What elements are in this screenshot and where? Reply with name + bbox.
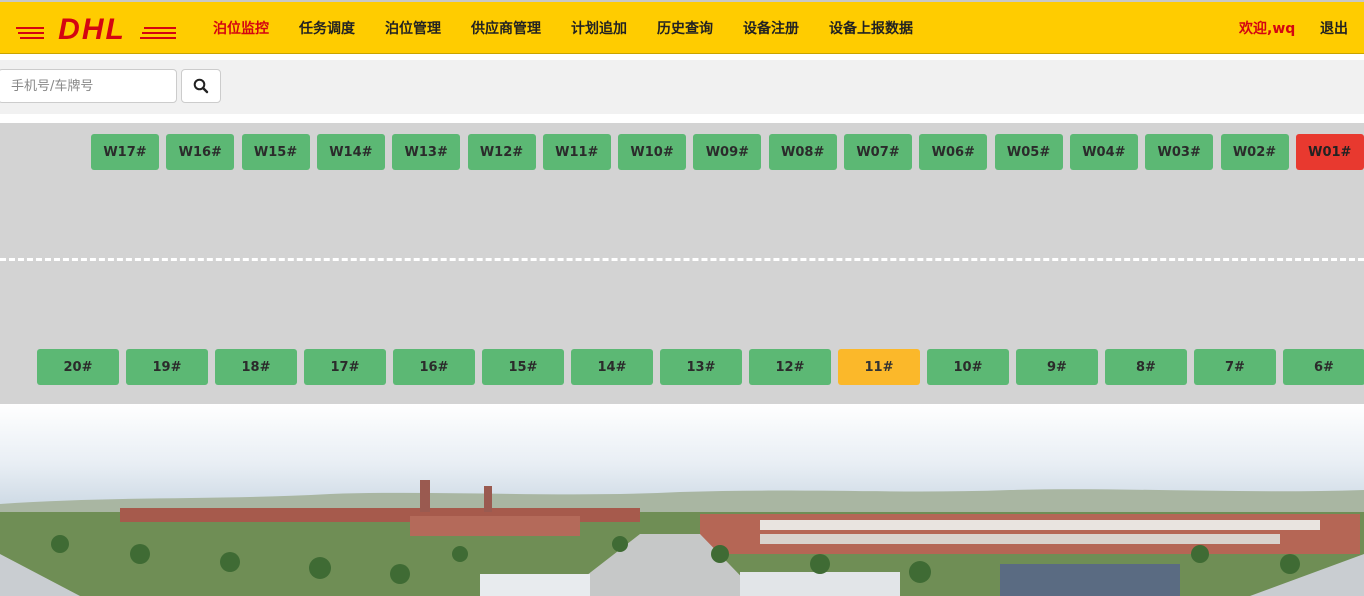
berth-slot[interactable]: W15# [241,134,310,170]
berth-slot[interactable]: 13# [660,349,742,385]
lane-divider [0,258,1364,261]
berth-slot[interactable]: 7# [1194,349,1276,385]
berth-slot[interactable]: 16# [393,349,475,385]
berth-slot[interactable]: W16# [166,134,235,170]
berth-slot[interactable]: 17# [304,349,386,385]
berth-yard: W17# W16# W15# W14# W13# W12# W11# W10# W09# W08#… [0,123,1364,404]
berth-slot[interactable]: 15# [482,349,564,385]
welcome-user: 欢迎,wq [1239,21,1296,37]
nav-item-7[interactable]: 设备注册 [728,18,814,38]
top-navbar: DHL 泊位监控 任务调度 泊位管理 供应商管理 计划追加 历史查询 设备注册 设备上报数据 … [0,0,1364,54]
nav-item-6[interactable]: 历史查询 [642,18,728,38]
search-button[interactable] [181,69,221,103]
nav-item-5[interactable]: 计划追加 [556,18,642,38]
berth-slot[interactable]: W14# [316,134,385,170]
berth-slot[interactable]: W09# [693,134,762,170]
berth-slot[interactable]: W12# [467,134,536,170]
berth-slot[interactable]: W03# [1145,134,1214,170]
berth-slot[interactable]: W04# [1069,134,1138,170]
berth-slot[interactable]: 8# [1105,349,1187,385]
logo-text: DHL [58,14,126,42]
berth-slot[interactable]: W05# [994,134,1063,170]
berth-slot[interactable]: W07# [844,134,912,170]
search-bar [0,60,1364,114]
berth-slot[interactable]: W02# [1220,134,1289,170]
berth-slot[interactable]: 19# [126,349,208,385]
berth-slot[interactable]: 9# [1016,349,1098,385]
berth-slot[interactable]: W06# [919,134,988,170]
berth-slot[interactable]: 12# [749,349,831,385]
berth-slot[interactable]: 14# [571,349,653,385]
berth-slot[interactable]: W13# [392,134,461,170]
phone-plate-search-input[interactable] [0,69,177,103]
berth-slot[interactable]: 20# [37,349,119,385]
berth-slot[interactable]: 11# [838,349,920,385]
berth-slot[interactable]: W11# [542,134,611,170]
logout-link[interactable]: 退出 [1320,2,1348,54]
factory-panorama-image [0,404,1364,596]
nav-item-2[interactable]: 任务调度 [284,18,370,38]
berth-slot[interactable]: 18# [215,349,297,385]
nav-item-4[interactable]: 供应商管理 [456,18,556,38]
berth-slot[interactable]: W10# [618,134,687,170]
nav-item-3[interactable]: 泊位管理 [370,18,456,38]
berth-slot[interactable]: 6# [1283,349,1364,385]
berth-slot[interactable]: W01# [1295,134,1364,170]
berth-slot[interactable]: W17# [91,134,159,170]
berth-slot[interactable]: 10# [927,349,1009,385]
berth-slot[interactable]: W08# [768,134,837,170]
search-icon [193,78,209,94]
nav-item-8[interactable]: 设备上报数据 [814,18,928,38]
dhl-logo[interactable]: DHL [16,14,176,42]
nav-item-1[interactable]: 泊位监控 [198,18,284,38]
main-nav: 泊位监控 任务调度 泊位管理 供应商管理 计划追加 历史查询 设备注册 设备上报数据 [198,2,928,54]
